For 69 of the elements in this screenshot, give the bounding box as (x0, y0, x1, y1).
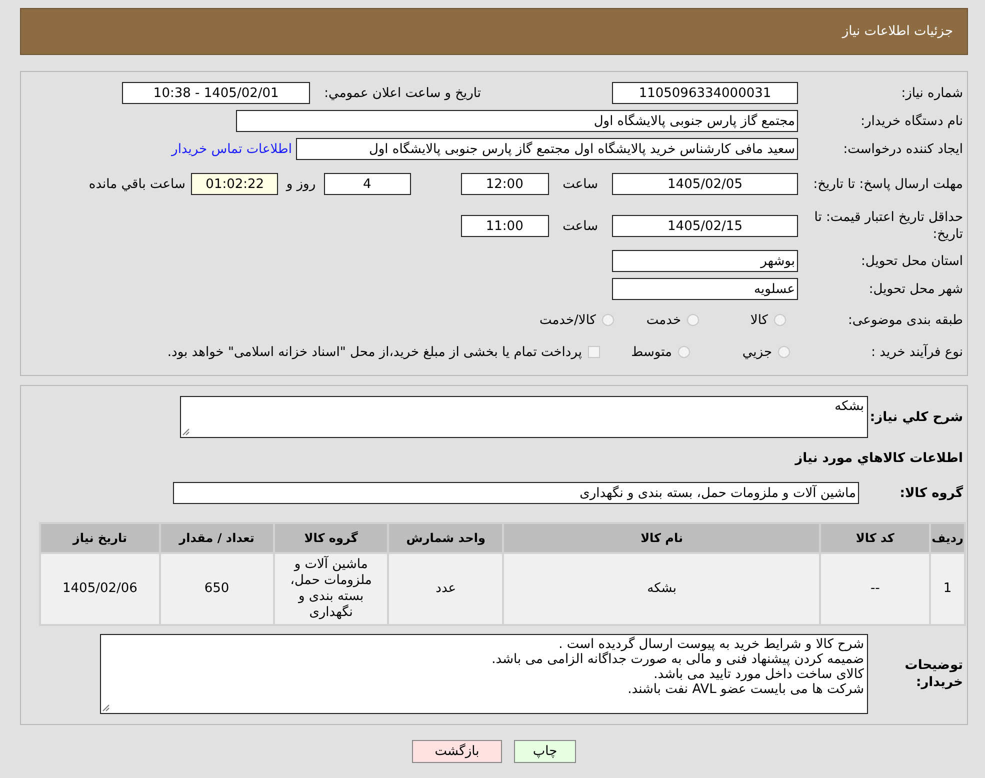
deadline-date-field: 1405/02/05 (612, 173, 798, 195)
field-label: شماره نیاز: (900, 84, 963, 102)
radio-button[interactable] (778, 346, 790, 358)
time-label: ساعت (562, 176, 598, 192)
section-title: اطلاعات کالاهاي مورد نیاز (794, 450, 963, 466)
radio-button[interactable] (678, 346, 690, 358)
remaining-label: ساعت باقي مانده (88, 176, 186, 192)
field-label: گروه کالا: (898, 484, 963, 502)
field-label: تاریخ و ساعت اعلان عمومي: (324, 86, 481, 100)
deadline-time-field: 12:00 (460, 173, 549, 195)
radio-label: کالا/خدمت (539, 312, 596, 328)
radio-button[interactable] (774, 314, 786, 326)
resize-grip-icon (102, 704, 110, 712)
days-label: روز و (286, 176, 316, 192)
announce-date-field: 1405/02/01 - 10:38 (122, 82, 310, 104)
radio-label: کالا (750, 312, 768, 328)
table-cell: ماشین آلات و ملزومات حمل، بسته بندی و نگهداری (274, 554, 388, 624)
field-label: توضیحات خریدار: (904, 657, 963, 691)
table-cell: -- (821, 554, 930, 624)
checkbox-label: پرداخت تمام یا بخشی از مبلغ خرید،از محل "اسناد خزانه اسلامی" خواهد بود. (167, 344, 582, 360)
validity-time-field: 11:00 (460, 215, 549, 237)
validity-date-field: 1405/02/15 (612, 215, 798, 237)
radio-label: جزيي (742, 344, 772, 360)
field-label: شهر محل تحویل: (868, 280, 963, 298)
time-label: ساعت (562, 218, 598, 234)
radio-label: خدمت (646, 312, 681, 328)
column-header: تعداد / مقدار (160, 524, 273, 552)
column-header: واحد شمارش (389, 524, 502, 552)
field-label: مهلت ارسال پاسخ: تا تاریخ: (812, 176, 963, 192)
days-field: 4 (324, 173, 411, 195)
field-label: نوع فرآیند خرید : (870, 344, 963, 360)
buyer-contact-link[interactable]: اطلاعات تماس خریدار (172, 142, 292, 156)
note-line: کالای ساخت داخل مورد تایید می باشد. (652, 667, 864, 682)
buyer-notes-textarea[interactable]: شرح کالا و شرایط خرید به پیوست ارسال گردیده است . ضمیمه کردن پیشنهاد فنی و مالی به صورت جداگانه الزامی می باشد. کالای ساخت داخل مورد تایید می باشد. شرکت ها می بایست عضو AVL نفت باشند. (100, 634, 868, 714)
field-label: طبقه بندی موضوعی: (846, 312, 963, 328)
table-cell: 1 (931, 554, 964, 624)
checkbox[interactable] (588, 346, 600, 358)
back-button[interactable]: بازگشت (412, 740, 502, 763)
column-header: گروه کالا (274, 524, 388, 552)
goods-group-field: ماشین آلات و ملزومات حمل، بسته بندی و نگهداری (173, 482, 859, 504)
field-label: استان محل تحویل: (860, 252, 963, 270)
column-header: ردیف (931, 524, 964, 552)
radio-button[interactable] (602, 314, 614, 326)
column-header: نام کالا (504, 524, 820, 552)
note-line: ضمیمه کردن پیشنهاد فنی و مالی به صورت جداگانه الزامی می باشد. (490, 652, 864, 667)
column-header: تاریخ نیاز (41, 524, 159, 552)
need-number-field: 1105096334000031 (612, 82, 798, 104)
column-header: کد کالا (821, 524, 930, 552)
field-label: حداقل تاریخ اعتبار قیمت: تا تاریخ: (813, 209, 963, 243)
province-field: بوشهر (612, 250, 798, 272)
field-label: نام دستگاه خریدار: (860, 112, 963, 130)
city-field: عسلویه (612, 278, 798, 300)
table-cell: 650 (160, 554, 273, 624)
remaining-time-field: 01:02:22 (191, 173, 278, 195)
requester-field: سعید مافی کارشناس خرید پالایشگاه اول مجتمع گاز پارس جنوبی پالایشگاه اول (296, 138, 798, 160)
page-title: جزئیات اطلاعات نیاز (842, 24, 953, 39)
resize-grip-icon (182, 428, 190, 436)
print-button[interactable]: چاپ (514, 740, 576, 763)
table-cell: بشکه (504, 554, 820, 624)
table-cell: عدد (389, 554, 502, 624)
field-label: ایجاد کننده درخواست: (842, 140, 963, 158)
note-line: شرکت ها می بایست عضو AVL نفت باشند. (626, 682, 864, 697)
field-label: شرح کلي نیاز: (868, 408, 963, 426)
radio-label: متوسط (631, 344, 672, 360)
table-cell: 1405/02/06 (41, 554, 159, 624)
buyer-org-field: مجتمع گاز پارس جنوبی پالایشگاه اول (236, 110, 798, 132)
note-line: شرح کالا و شرایط خرید به پیوست ارسال گردیده است . (558, 637, 864, 652)
description-textarea[interactable]: بشکه (180, 396, 868, 438)
radio-button[interactable] (687, 314, 699, 326)
